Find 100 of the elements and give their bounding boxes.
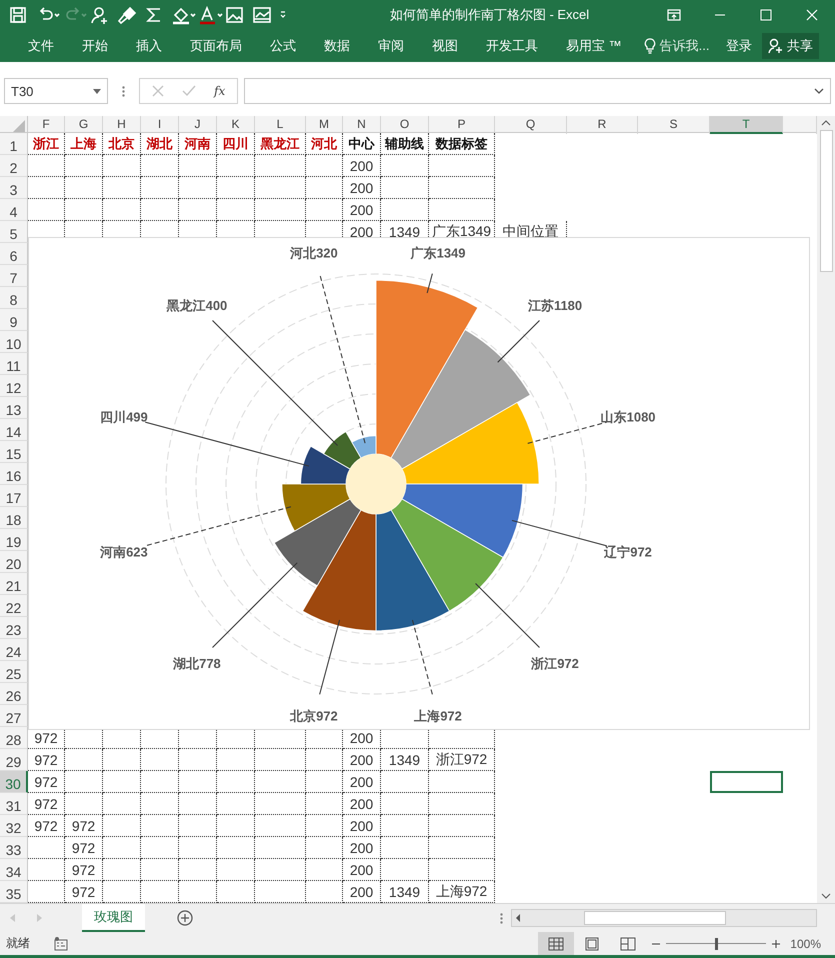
scroll-down-icon[interactable]	[821, 893, 831, 899]
ribbon-tab[interactable]: 开始	[68, 37, 122, 55]
fill-color-icon[interactable]	[170, 5, 196, 25]
sheet-tab[interactable]: 玫瑰图	[82, 904, 145, 932]
scroll-up-icon[interactable]	[821, 120, 831, 126]
ribbon-tab[interactable]: 公式	[256, 37, 310, 55]
row-header[interactable]: 4	[0, 199, 28, 221]
insert-function-button[interactable]: fx	[214, 84, 226, 98]
row-header[interactable]: 23	[0, 617, 28, 639]
row-header[interactable]: 5	[0, 221, 28, 243]
table-cell	[179, 177, 217, 199]
row-header[interactable]: 33	[0, 837, 28, 859]
sign-in-link[interactable]: 登录	[726, 37, 752, 55]
share-button[interactable]: 共享	[762, 33, 819, 59]
row-header[interactable]: 14	[0, 419, 28, 441]
normal-view-icon[interactable]	[538, 932, 574, 955]
column-header[interactable]: P	[429, 116, 495, 134]
row-header[interactable]: 18	[0, 507, 28, 529]
tell-me-field[interactable]: 告诉我...	[660, 37, 710, 55]
ribbon-tab[interactable]: 易用宝 ™	[552, 37, 636, 55]
table-cell	[306, 749, 343, 771]
column-header[interactable]: N	[343, 116, 381, 134]
column-header[interactable]: T	[710, 116, 783, 134]
row-header[interactable]: 27	[0, 705, 28, 727]
column-header[interactable]: K	[217, 116, 255, 134]
row-header[interactable]: 19	[0, 529, 28, 551]
row-header[interactable]: 13	[0, 397, 28, 419]
row-header[interactable]: 21	[0, 573, 28, 595]
row-header[interactable]: 28	[0, 727, 28, 749]
table-cell: 972	[65, 859, 103, 881]
table-cell	[179, 155, 217, 177]
table-cell: 上海	[65, 133, 103, 155]
ribbon-tab[interactable]: 插入	[122, 37, 176, 55]
table-cell	[255, 837, 306, 859]
row-header[interactable]: 20	[0, 551, 28, 573]
row-header[interactable]: 32	[0, 815, 28, 837]
ribbon-tab[interactable]: 视图	[418, 37, 472, 55]
row-header[interactable]: 22	[0, 595, 28, 617]
table-cell	[429, 837, 495, 859]
data-label: 四川499	[100, 409, 148, 424]
row-header[interactable]: 17	[0, 485, 28, 507]
font-color-icon[interactable]	[197, 5, 223, 25]
expand-caret-icon[interactable]	[814, 88, 824, 94]
row-header[interactable]: 10	[0, 331, 28, 353]
row-header[interactable]: 8	[0, 287, 28, 309]
ribbon-tab[interactable]: 审阅	[364, 37, 418, 55]
row-header[interactable]: 6	[0, 243, 28, 265]
ribbon-tab[interactable]: 数据	[310, 37, 364, 55]
row-header[interactable]: 35	[0, 881, 28, 903]
column-header[interactable]: G	[65, 116, 103, 134]
row-header[interactable]: 16	[0, 463, 28, 485]
row-header[interactable]: 7	[0, 265, 28, 287]
column-header[interactable]: M	[306, 116, 343, 134]
row-header[interactable]: 34	[0, 859, 28, 881]
row-header[interactable]: 3	[0, 177, 28, 199]
column-header[interactable]: H	[103, 116, 141, 134]
zoom-level[interactable]: 100%	[790, 936, 821, 950]
row-header[interactable]: 15	[0, 441, 28, 463]
column-header[interactable]: I	[141, 116, 179, 134]
table-cell	[179, 859, 217, 881]
column-header[interactable]: Q	[495, 116, 567, 134]
zoom-in-icon[interactable]	[772, 940, 780, 948]
row-header[interactable]: 26	[0, 683, 28, 705]
scroll-left-icon[interactable]	[516, 914, 520, 922]
row-header[interactable]: 29	[0, 749, 28, 771]
row-header[interactable]: 2	[0, 155, 28, 177]
row-header[interactable]: 12	[0, 375, 28, 397]
row-header[interactable]: 1	[0, 133, 28, 155]
data-label: 湖北778	[173, 656, 221, 672]
horizontal-scrollbar[interactable]	[511, 909, 817, 927]
column-header[interactable]: R	[567, 116, 638, 134]
column-header[interactable]: O	[381, 116, 429, 134]
scroll-thumb[interactable]	[820, 130, 832, 272]
ribbon-tab[interactable]: 文件	[14, 37, 68, 55]
table-cell: 200	[343, 199, 381, 221]
table-cell	[141, 177, 179, 199]
grip-icon	[122, 86, 125, 96]
row-header[interactable]: 25	[0, 661, 28, 683]
ribbon-tab[interactable]: 开发工具	[472, 37, 552, 55]
row-header[interactable]: 24	[0, 639, 28, 661]
column-header[interactable]: J	[179, 116, 217, 134]
ribbon-tab[interactable]: 页面布局	[176, 37, 256, 55]
name-box[interactable]: T30	[4, 78, 108, 104]
row-header[interactable]: 30	[0, 771, 28, 793]
row-header[interactable]: 31	[0, 793, 28, 815]
row-header[interactable]: 9	[0, 309, 28, 331]
row-header[interactable]: 11	[0, 353, 28, 375]
table-cell	[255, 749, 306, 771]
data-label: 上海972	[414, 708, 462, 724]
data-label: 浙江972	[531, 656, 579, 672]
macro-record-icon[interactable]	[54, 936, 68, 950]
table-cell	[179, 793, 217, 815]
grip-icon	[500, 912, 503, 924]
status-text: 就绪	[6, 935, 30, 952]
scroll-thumb[interactable]	[584, 911, 726, 925]
add-sheet-icon[interactable]	[177, 910, 193, 926]
column-header[interactable]: L	[255, 116, 306, 134]
data-label: 河南623	[100, 544, 148, 560]
formula-input[interactable]	[244, 78, 831, 104]
selected-cell[interactable]	[710, 771, 783, 793]
